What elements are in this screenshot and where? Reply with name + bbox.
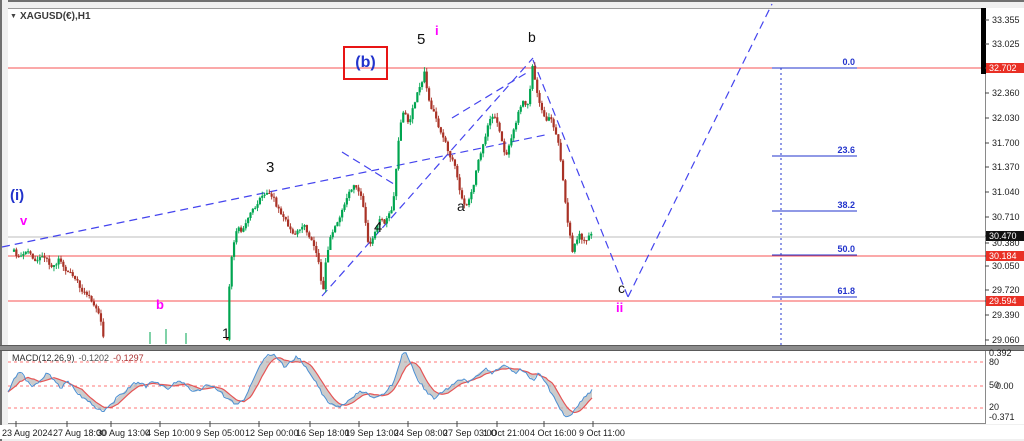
time-axis-label: 30 Aug 13:00 [97, 428, 150, 438]
wave-label-b[interactable]: b [528, 30, 536, 44]
macd-indicator-label: MACD(12,26,9) -0.1202-0.1297 [12, 353, 144, 363]
price-axis-label: 32.360 [992, 88, 1020, 98]
fib-label: 0.0 [767, 57, 855, 67]
macd-scale-label: 80 [989, 357, 999, 367]
macd-signal-value: -0.1297 [113, 353, 144, 363]
price-axis-label: 33.355 [992, 15, 1020, 25]
wave-label-b[interactable]: b [156, 298, 164, 311]
price-axis-label: 29.720 [992, 285, 1020, 295]
wave-label-3[interactable]: 3 [266, 160, 274, 175]
wave-label-v[interactable]: v [20, 214, 27, 227]
macd-indicator-panel[interactable] [8, 351, 985, 424]
fib-label: 50.0 [767, 244, 855, 254]
wave-label-ii[interactable]: ii [616, 301, 623, 314]
time-axis-label: 1 Oct 21:00 [483, 428, 530, 438]
fib-label: 38.2 [767, 200, 855, 210]
price-axis-label: 30.710 [992, 212, 1020, 222]
time-axis-label: 9 Oct 11:00 [579, 428, 625, 438]
time-axis-label: 23 Aug 2024 [2, 428, 53, 438]
window-frame-top [0, 0, 1024, 8]
time-axis-label: 4 Sep 10:00 [146, 428, 195, 438]
trading-chart-window: { "window": { "symbol": "XAGUSD(€),H1" }… [0, 0, 1024, 441]
panel-splitter[interactable] [0, 345, 1024, 351]
wave-label-i[interactable]: i [435, 24, 439, 37]
time-axis-label: 12 Sep 00:00 [245, 428, 299, 438]
wave-label-c[interactable]: c [618, 281, 625, 295]
wave-label-a[interactable]: a [457, 199, 465, 213]
symbol-label: XAGUSD(€),H1 [20, 11, 91, 22]
price-axis-label: 30.184 [986, 251, 1024, 261]
price-axis-label: 29.390 [992, 310, 1020, 320]
wave-label-5[interactable]: 5 [417, 32, 425, 47]
wave-label-i[interactable]: (i) [10, 188, 24, 203]
time-axis-label: 4 Oct 16:00 [530, 428, 577, 438]
macd-scale-label: 20 [989, 402, 999, 412]
time-axis-label: 24 Sep 08:00 [394, 428, 448, 438]
fib-label: 23.6 [767, 145, 855, 155]
time-axis-label: 16 Sep 18:00 [296, 428, 350, 438]
time-axis-label: 9 Sep 05:00 [196, 428, 245, 438]
price-axis-label: 32.702 [986, 63, 1024, 73]
price-axis-label: 31.040 [992, 187, 1020, 197]
price-axis-label: 31.370 [992, 162, 1020, 172]
macd-scale-label: 0.00 [996, 381, 1014, 391]
fib-label: 61.8 [767, 286, 855, 296]
macd-value: -0.1202 [79, 353, 110, 363]
macd-scale-label: -0.371 [989, 412, 1015, 422]
wave-label-1[interactable]: 1 [222, 326, 230, 340]
wave-b-box[interactable]: (b) [343, 46, 388, 80]
macd-name: MACD(12,26,9) [12, 353, 75, 363]
price-axis-label: 31.700 [992, 138, 1020, 148]
symbol-bar: ▼XAGUSD(€),H1 [8, 11, 91, 22]
window-frame-left [0, 0, 8, 441]
price-axis-label: 29.060 [992, 335, 1020, 345]
price-axis-label: 29.594 [986, 296, 1024, 306]
time-axis-label: 19 Sep 13:00 [345, 428, 399, 438]
price-axis-label: 32.030 [992, 113, 1020, 123]
symbol-dropdown-icon[interactable]: ▼ [10, 13, 17, 20]
price-axis-label: 33.025 [992, 39, 1020, 49]
price-axis-label: 30.380 [992, 238, 1020, 248]
price-axis-label: 30.050 [992, 261, 1020, 271]
wave-label-4[interactable]: 4 [374, 220, 382, 235]
